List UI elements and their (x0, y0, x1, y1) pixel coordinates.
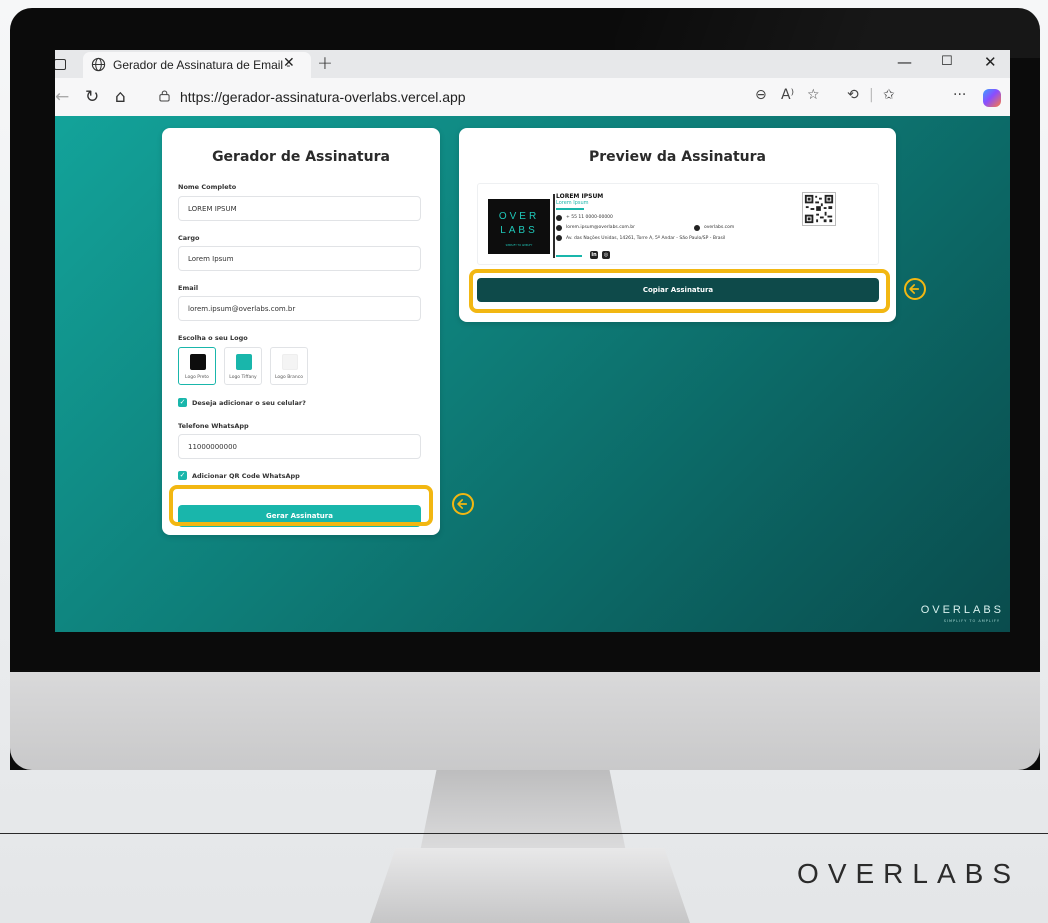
name-input[interactable]: LOREM IPSUM (178, 196, 421, 221)
email-icon (556, 225, 562, 231)
logo-option-label: Logo Tiffany (229, 375, 257, 380)
read-aloud-icon[interactable]: A⁾ (781, 87, 794, 103)
email-input[interactable]: lorem.ipsum@overlabs.com.br (178, 296, 421, 321)
logo-tagline: SIMPLIFY TO AMPLIFY (505, 244, 533, 247)
signature-underline (556, 208, 584, 210)
logo-option-label: Logo Preto (185, 375, 209, 380)
add-qr-label: Adicionar QR Code WhatsApp (192, 472, 300, 480)
signature-role: Lorem Ipsum (556, 200, 589, 206)
footer-brand-logo: OVERLABS (797, 858, 1020, 889)
more-options-icon[interactable]: ··· (953, 87, 966, 103)
tab-actions-icon[interactable] (55, 59, 66, 70)
page-content: Gerador de Assinatura Nome Completo LORE… (55, 116, 1010, 632)
url-text: https://gerador-assinatura-overlabs.verc… (180, 89, 466, 105)
signature-address: Av. das Nações Unidas, 14261, Torre A, 5… (566, 236, 726, 241)
browser-tab[interactable]: Gerador de Assinatura de Email - ✕ (83, 52, 311, 78)
url-input[interactable]: https://gerador-assinatura-overlabs.verc… (147, 85, 841, 109)
page-brand-logo: OVERLABS (920, 604, 1004, 616)
tab-bar: Gerador de Assinatura de Email - ✕ + — ☐… (55, 50, 1010, 78)
form-title: Gerador de Assinatura (212, 149, 390, 165)
website-icon (694, 225, 700, 231)
signature-preview: OVER LABS SIMPLIFY TO AMPLIFY LOREM IPSU… (477, 183, 879, 265)
page-brand-tagline: SIMPLIFY TO AMPLIFY (943, 619, 1000, 623)
logo-swatch (190, 354, 206, 370)
arrow-left-icon (452, 493, 474, 515)
new-tab-icon[interactable]: + (317, 52, 333, 74)
phone-label: Telefone WhatsApp (178, 422, 249, 430)
phone-input[interactable]: 11000000000 (178, 434, 421, 459)
logo-options: Logo Preto Logo Tiffany Logo Branco (178, 347, 328, 387)
monitor-stand (420, 770, 626, 852)
signature-name: LOREM IPSUM (556, 193, 604, 200)
signature-phone: + 55 11 0000-00000 (566, 215, 613, 220)
close-icon[interactable]: ✕ (283, 55, 295, 71)
checkbox-add-phone[interactable]: ✓ (178, 398, 187, 407)
site-info-icon[interactable] (159, 90, 170, 102)
signature-underline (556, 255, 582, 257)
monitor-base (370, 848, 690, 923)
highlight-copy-button (469, 269, 890, 313)
qr-code (802, 192, 836, 226)
favorite-star-icon[interactable]: ☆ (807, 87, 820, 103)
minimize-icon[interactable]: — (897, 53, 912, 71)
window-close-icon[interactable]: ✕ (984, 53, 997, 71)
logo-swatch (236, 354, 252, 370)
back-icon[interactable]: ← (55, 87, 69, 107)
whatsapp-icon (556, 215, 562, 221)
instagram-icon: ◎ (602, 251, 610, 259)
divider-line (0, 833, 1048, 834)
logo-option-label: Logo Branco (275, 375, 303, 380)
refresh-icon[interactable]: ↻ (85, 87, 99, 107)
logo-option-branco[interactable]: Logo Branco (270, 347, 308, 385)
role-input[interactable]: Lorem Ipsum (178, 246, 421, 271)
globe-icon (91, 57, 106, 72)
logo-label: Escolha o seu Logo (178, 334, 248, 342)
tab-title: Gerador de Assinatura de Email - (113, 58, 291, 72)
logo-swatch (282, 354, 298, 370)
logo-text-bottom: LABS (500, 225, 538, 236)
browser-window: Gerador de Assinatura de Email - ✕ + — ☐… (55, 50, 1010, 632)
arrow-left-icon (904, 278, 926, 300)
preview-title: Preview da Assinatura (589, 149, 766, 165)
email-label: Email (178, 284, 199, 292)
divider: | (869, 87, 874, 103)
zoom-icon[interactable]: ⊖ (755, 87, 767, 103)
add-phone-label: Deseja adicionar o seu celular? (192, 399, 306, 407)
monitor-chin (10, 672, 1040, 770)
form-card: Gerador de Assinatura Nome Completo LORE… (162, 128, 440, 535)
highlight-generate-button (169, 485, 433, 526)
logo-text-top: OVER (498, 211, 540, 222)
signature-separator (553, 194, 555, 258)
logo-option-tiffany[interactable]: Logo Tiffany (224, 347, 262, 385)
favorites-icon[interactable]: ✩ (883, 87, 895, 103)
overlabs-logo: OVER LABS SIMPLIFY TO AMPLIFY (488, 199, 550, 254)
checkbox-add-qr[interactable]: ✓ (178, 471, 187, 480)
name-label: Nome Completo (178, 183, 237, 191)
extensions-icon[interactable]: ⟲ (847, 87, 859, 103)
address-bar: ← ↻ ⌂ https://gerador-assinatura-overlab… (55, 78, 1010, 116)
signature-website: overlabs.com (704, 225, 735, 230)
copilot-icon[interactable] (983, 89, 1001, 107)
signature-email: lorem.ipsum@overlabs.com.br (566, 225, 635, 230)
logo-option-preto[interactable]: Logo Preto (178, 347, 216, 385)
home-icon[interactable]: ⌂ (115, 87, 126, 107)
maximize-icon[interactable]: ☐ (941, 54, 953, 69)
location-icon (556, 235, 562, 241)
role-label: Cargo (178, 234, 200, 242)
linkedin-icon: in (590, 251, 598, 259)
